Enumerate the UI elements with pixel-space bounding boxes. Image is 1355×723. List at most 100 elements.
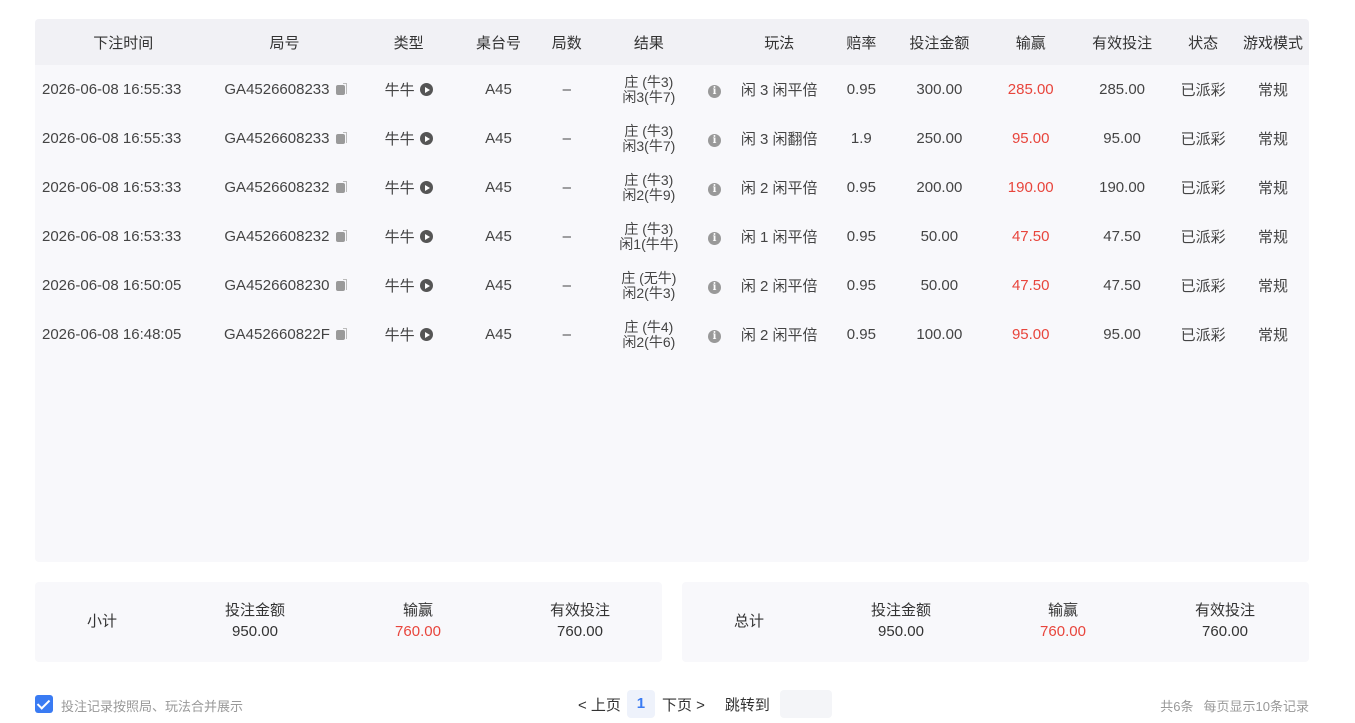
info-icon[interactable]: i <box>708 183 722 196</box>
copy-icon[interactable] <box>335 230 347 242</box>
header-game-mode: 游戏模式 <box>1243 34 1304 52</box>
header-bet-amount: 投注金额 <box>909 34 970 52</box>
subtotal-win-label: 输赢 <box>402 602 433 619</box>
cell-table-no: A45 <box>485 277 512 294</box>
cell-odds: 0.95 <box>846 179 876 196</box>
total-bet: 投注金额 950.00 <box>821 601 981 643</box>
total-win-value: 760.00 <box>1040 623 1086 640</box>
copy-icon[interactable] <box>335 83 347 95</box>
info-icon[interactable]: i <box>708 85 722 98</box>
total-bet-label: 投注金额 <box>870 602 931 619</box>
cell-round-count: – <box>562 277 571 294</box>
table-row: 2026-06-08 16:55:33 GA4526608233 牛牛 A45 – 庄 (… <box>35 65 1309 114</box>
cell-win-loss: 190.00 <box>1007 179 1054 196</box>
type-text: 牛牛 <box>384 327 415 344</box>
subtotal-bet-value: 950.00 <box>232 623 278 640</box>
info-icon[interactable]: i <box>708 281 722 294</box>
play-replay-icon[interactable] <box>419 230 433 243</box>
header-result: 结果 <box>633 34 664 52</box>
page-1-button[interactable]: 1 <box>626 690 655 718</box>
result-player: 闲1(牛牛) <box>619 235 679 252</box>
result-player: 闲2(牛6) <box>622 333 676 350</box>
header-type: 类型 <box>393 34 424 52</box>
cell-odds: 0.95 <box>846 326 876 343</box>
cell-win-loss: 95.00 <box>1011 326 1050 343</box>
cell-valid-bet: 47.50 <box>1103 228 1141 245</box>
per-page-text: 每页显示10条记录 <box>1203 699 1309 714</box>
copy-icon[interactable] <box>335 279 347 291</box>
total-count-text: 共6条 <box>1160 699 1194 714</box>
play-replay-icon[interactable] <box>419 132 433 145</box>
cell-status: 已派彩 <box>1180 131 1226 148</box>
header-odds: 赔率 <box>846 34 877 52</box>
pagination: < 上页 1 下页 > 跳转到 <box>578 690 832 718</box>
cell-result: 庄 (无牛) 闲2(牛3) <box>597 261 702 310</box>
result-banker: 庄 (牛3) <box>624 122 674 139</box>
jump-to-page-input[interactable] <box>779 690 832 718</box>
cell-result: 庄 (牛3) 闲3(牛7) <box>597 114 702 163</box>
cell-valid-bet: 95.00 <box>1103 326 1141 343</box>
table-row: 2026-06-08 16:55:33 GA4526608233 牛牛 A45 – 庄 (… <box>35 114 1309 163</box>
cell-info: i <box>701 261 728 310</box>
header-status: 状态 <box>1188 34 1219 52</box>
copy-icon[interactable] <box>335 132 347 144</box>
info-icon[interactable]: i <box>708 232 722 245</box>
cell-type: 牛牛 <box>357 114 460 163</box>
table-row: 2026-06-08 16:48:05 GA452660822F 牛牛 A45 – 庄 (… <box>35 310 1309 359</box>
total-panel: 总计 投注金额 950.00 输赢 760.00 有效投注 760.00 <box>682 582 1309 662</box>
result-banker: 庄 (牛3) <box>624 171 674 188</box>
type-text: 牛牛 <box>384 278 415 295</box>
round-id-text: GA4526608230 <box>224 277 330 294</box>
play-replay-icon[interactable] <box>419 328 433 341</box>
copy-icon[interactable] <box>335 328 347 340</box>
cell-type: 牛牛 <box>357 65 460 114</box>
total-valid: 有效投注 760.00 <box>1145 601 1305 643</box>
cell-game-mode: 常规 <box>1258 327 1289 344</box>
cell-game-mode: 常规 <box>1258 180 1289 197</box>
cell-round-count: – <box>562 81 571 98</box>
prev-page-button[interactable]: < 上页 <box>578 694 621 715</box>
header-play: 玩法 <box>764 34 795 52</box>
record-count-info: 共6条 每页显示10条记录 <box>1160 696 1309 715</box>
result-banker: 庄 (牛4) <box>624 318 674 335</box>
cell-table-no: A45 <box>485 326 512 343</box>
cell-play: 闲 2 闲平倍 <box>740 327 818 344</box>
cell-status: 已派彩 <box>1180 180 1226 197</box>
round-id-text: GA4526608233 <box>224 81 330 98</box>
cell-round-count: – <box>562 326 571 343</box>
cell-play: 闲 3 闲翻倍 <box>740 131 818 148</box>
next-page-button[interactable]: 下页 > <box>662 694 705 715</box>
cell-bet-amount: 50.00 <box>920 228 959 245</box>
play-replay-icon[interactable] <box>419 181 433 194</box>
info-icon[interactable]: i <box>708 134 722 147</box>
play-replay-icon[interactable] <box>419 83 433 96</box>
result-player: 闲2(牛9) <box>622 186 676 203</box>
merge-records-checkbox[interactable] <box>35 695 53 713</box>
cell-status: 已派彩 <box>1180 327 1226 344</box>
jump-to-label: 跳转到 <box>724 696 770 714</box>
cell-play: 闲 2 闲平倍 <box>740 278 818 295</box>
cell-result: 庄 (牛3) 闲2(牛9) <box>597 163 702 212</box>
cell-round-id: GA4526608232 <box>212 163 358 212</box>
header-win-loss: 输赢 <box>1015 34 1046 52</box>
cell-type: 牛牛 <box>357 163 460 212</box>
result-banker: 庄 (牛3) <box>624 220 674 237</box>
result-banker: 庄 (牛3) <box>624 73 674 90</box>
records-grid: 下注时间 局号 类型 桌台号 局数 结果 玩法 赔率 投注金额 输赢 有效投注 … <box>35 19 1309 359</box>
header-bet-time: 下注时间 <box>93 34 154 52</box>
cell-result: 庄 (牛3) 闲1(牛牛) <box>597 212 702 261</box>
info-icon[interactable]: i <box>708 330 722 343</box>
cell-bet-time: 2026-06-08 16:53:33 <box>42 179 182 196</box>
play-replay-icon[interactable] <box>419 279 433 292</box>
type-text: 牛牛 <box>384 180 415 197</box>
cell-result: 庄 (牛4) 闲2(牛6) <box>597 310 702 359</box>
copy-icon[interactable] <box>335 181 347 193</box>
cell-bet-amount: 250.00 <box>916 130 963 147</box>
round-id-text: GA4526608233 <box>224 130 330 147</box>
cell-table-no: A45 <box>485 81 512 98</box>
subtotal-valid: 有效投注 760.00 <box>500 601 660 643</box>
subtotal-win-value: 760.00 <box>395 623 441 640</box>
cell-round-id: GA4526608233 <box>212 65 358 114</box>
cell-bet-time: 2026-06-08 16:50:05 <box>42 277 182 294</box>
cell-round-count: – <box>562 228 571 245</box>
